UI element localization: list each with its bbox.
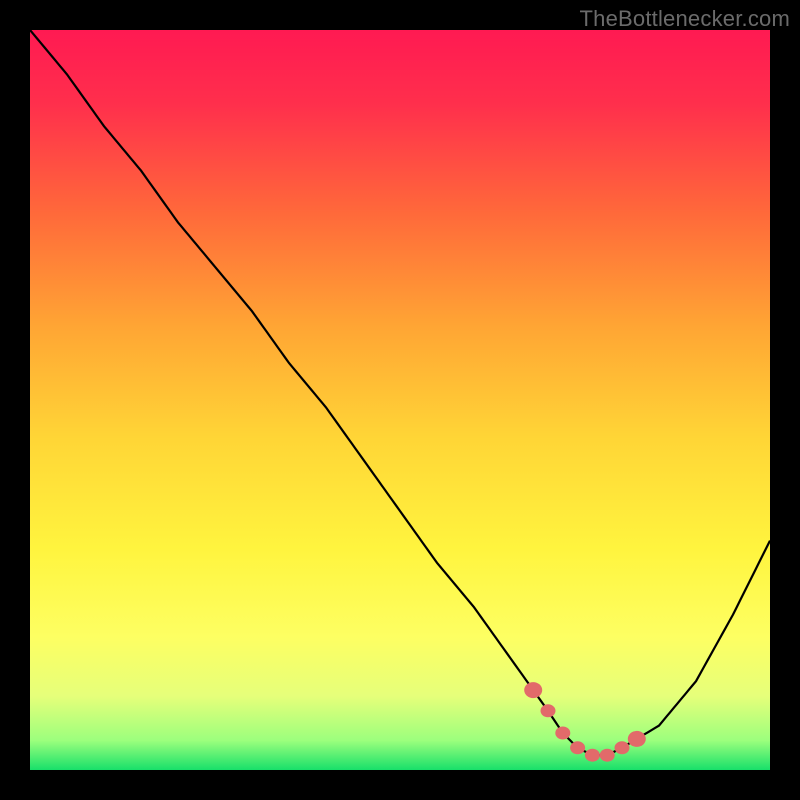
attribution-text: TheBottlenecker.com bbox=[580, 6, 790, 32]
trough-marker bbox=[585, 749, 600, 762]
trough-marker bbox=[524, 682, 542, 698]
trough-marker bbox=[570, 741, 585, 754]
bottleneck-curve bbox=[30, 30, 770, 770]
marker-group bbox=[524, 682, 646, 762]
trough-marker bbox=[555, 727, 570, 740]
chart-stage: TheBottlenecker.com bbox=[0, 0, 800, 800]
trough-marker bbox=[541, 704, 556, 717]
trough-marker bbox=[628, 731, 646, 747]
trough-marker bbox=[600, 749, 615, 762]
curve-path bbox=[30, 30, 770, 755]
plot-area bbox=[30, 30, 770, 770]
trough-marker bbox=[615, 741, 630, 754]
